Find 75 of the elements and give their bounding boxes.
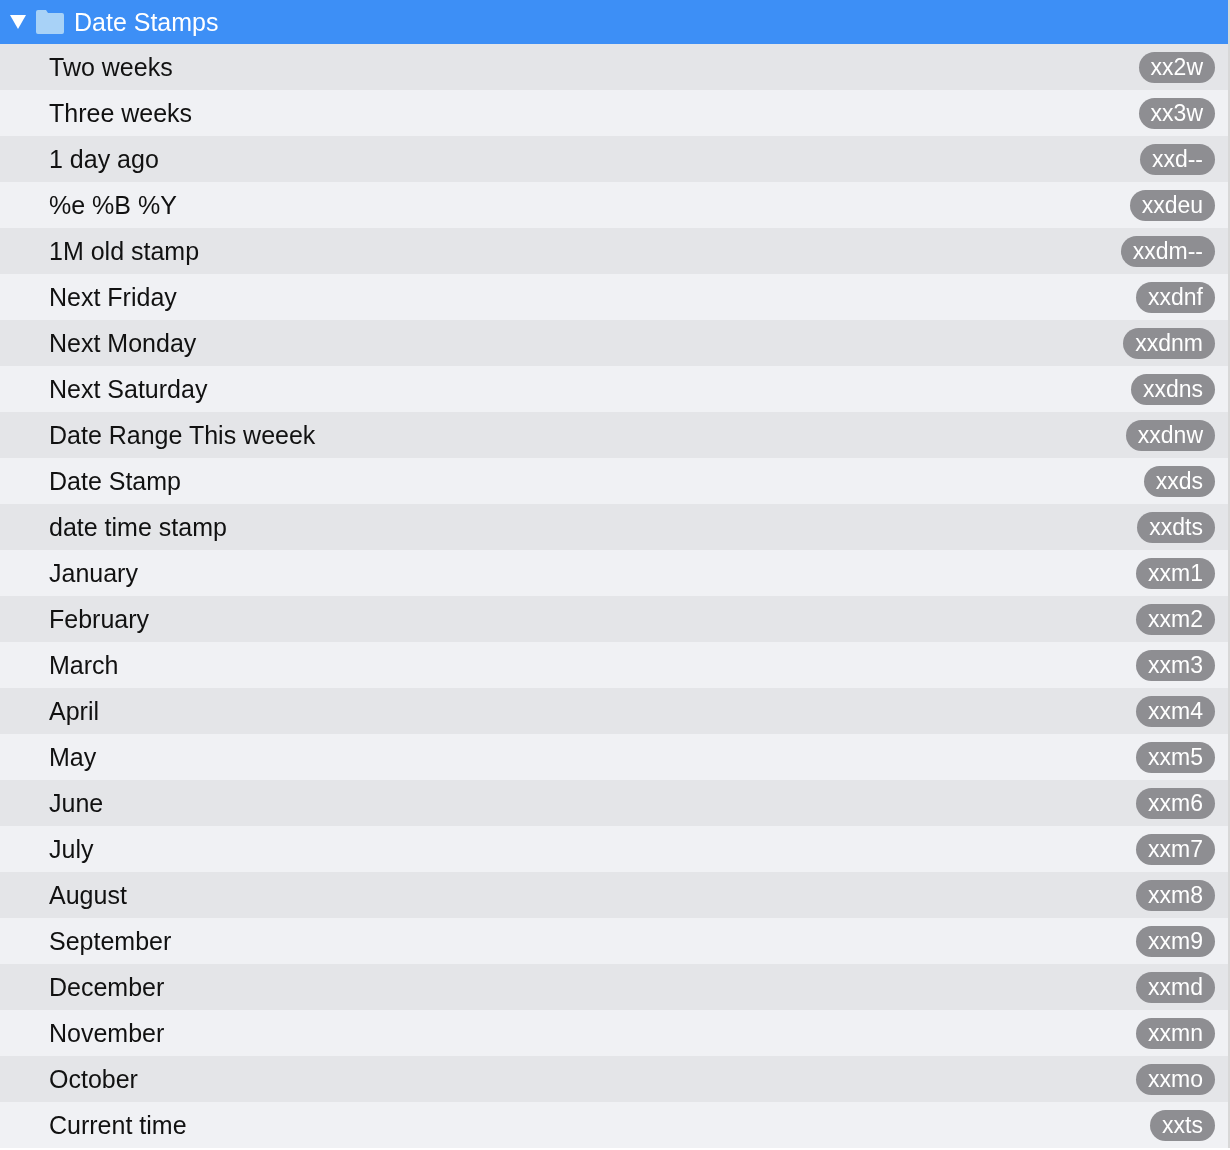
abbreviation-badge: xxm9 xyxy=(1136,925,1215,957)
abbreviation-badge: xxm5 xyxy=(1136,741,1215,773)
abbreviation-badge: xxdnf xyxy=(1136,281,1215,313)
abbreviation-badge: xxdnw xyxy=(1125,419,1215,451)
snippet-name: January xyxy=(49,558,138,588)
snippet-name: 1M old stamp xyxy=(49,236,200,266)
snippet-row[interactable]: August xxm8 xyxy=(0,872,1228,918)
snippet-name: May xyxy=(49,742,97,772)
abbreviation-badge: xxmn xyxy=(1136,1017,1215,1049)
snippet-row[interactable]: Three weeks xx3w xyxy=(0,90,1228,136)
snippet-row[interactable]: Next Saturday xxdns xyxy=(0,366,1228,412)
snippet-name: March xyxy=(49,650,119,680)
abbreviation-badge: xxmd xyxy=(1136,971,1215,1003)
snippet-name: Two weeks xyxy=(49,52,173,82)
snippet-row[interactable]: Next Friday xxdnf xyxy=(0,274,1228,320)
snippet-name: Next Friday xyxy=(49,282,177,312)
snippet-row[interactable]: November xxmn xyxy=(0,1010,1228,1056)
abbreviation-badge: xxdns xyxy=(1130,373,1215,405)
snippet-row[interactable]: May xxm5 xyxy=(0,734,1228,780)
abbreviation-badge: xxd-- xyxy=(1139,143,1215,175)
snippet-row[interactable]: June xxm6 xyxy=(0,780,1228,826)
snippet-name: date time stamp xyxy=(49,512,227,542)
snippet-name: February xyxy=(49,604,150,634)
snippet-row[interactable]: Date Range This weeek xxdnw xyxy=(0,412,1228,458)
snippet-row[interactable]: Next Monday xxdnm xyxy=(0,320,1228,366)
snippet-name: October xyxy=(49,1064,138,1094)
snippet-name: November xyxy=(49,1018,165,1048)
abbreviation-badge: xxdm-- xyxy=(1120,235,1215,267)
snippet-row[interactable]: March xxm3 xyxy=(0,642,1228,688)
abbreviation-badge: xxm1 xyxy=(1136,557,1215,589)
abbreviation-badge: xxmo xyxy=(1136,1063,1215,1095)
group-title: Date Stamps xyxy=(74,7,219,37)
folder-icon xyxy=(36,10,64,34)
snippet-name: Three weeks xyxy=(49,98,193,128)
abbreviation-badge: xxdts xyxy=(1137,511,1215,543)
abbreviation-badge: xxm7 xyxy=(1136,833,1215,865)
snippet-name: 1 day ago xyxy=(49,144,159,174)
snippet-name: December xyxy=(49,972,165,1002)
snippet-row[interactable]: Date Stamp xxds xyxy=(0,458,1228,504)
snippet-row[interactable]: 1 day ago xxd-- xyxy=(0,136,1228,182)
snippet-row[interactable]: date time stamp xxdts xyxy=(0,504,1228,550)
abbreviation-badge: xxdnm xyxy=(1123,327,1215,359)
abbreviation-badge: xx2w xyxy=(1138,51,1215,83)
snippet-row[interactable]: Two weeks xx2w xyxy=(0,44,1228,90)
abbreviation-badge: xx3w xyxy=(1138,97,1215,129)
snippet-name: August xyxy=(49,880,127,910)
abbreviation-badge: xxm4 xyxy=(1136,695,1215,727)
abbreviation-badge: xxts xyxy=(1150,1109,1215,1141)
snippet-row[interactable]: September xxm9 xyxy=(0,918,1228,964)
snippet-row[interactable]: 1M old stamp xxdm-- xyxy=(0,228,1228,274)
snippet-name: July xyxy=(49,834,94,864)
snippet-name: April xyxy=(49,696,99,726)
abbreviation-badge: xxds xyxy=(1143,465,1215,497)
snippet-row[interactable]: February xxm2 xyxy=(0,596,1228,642)
abbreviation-badge: xxdeu xyxy=(1129,189,1215,221)
abbreviation-badge: xxm3 xyxy=(1136,649,1215,681)
abbreviation-badge: xxm2 xyxy=(1136,603,1215,635)
snippet-row[interactable]: %e %B %Y xxdeu xyxy=(0,182,1228,228)
snippet-row[interactable]: January xxm1 xyxy=(0,550,1228,596)
snippet-name: June xyxy=(49,788,104,818)
snippet-name: Date Stamp xyxy=(49,466,181,496)
snippet-row[interactable]: October xxmo xyxy=(0,1056,1228,1102)
snippet-name: Date Range This weeek xyxy=(49,420,316,450)
snippet-row[interactable]: April xxm4 xyxy=(0,688,1228,734)
snippet-row[interactable]: Current time xxts xyxy=(0,1102,1228,1148)
snippet-name: Next Monday xyxy=(49,328,197,358)
abbreviation-badge: xxm6 xyxy=(1136,787,1215,819)
abbreviation-badge: xxm8 xyxy=(1136,879,1215,911)
disclosure-triangle-icon[interactable] xyxy=(10,15,26,29)
snippet-row[interactable]: July xxm7 xyxy=(0,826,1228,872)
snippet-name: Current time xyxy=(49,1110,187,1140)
snippet-row[interactable]: December xxmd xyxy=(0,964,1228,1010)
snippet-name: %e %B %Y xyxy=(49,190,177,220)
snippet-name: Next Saturday xyxy=(49,374,208,404)
snippet-name: September xyxy=(49,926,172,956)
